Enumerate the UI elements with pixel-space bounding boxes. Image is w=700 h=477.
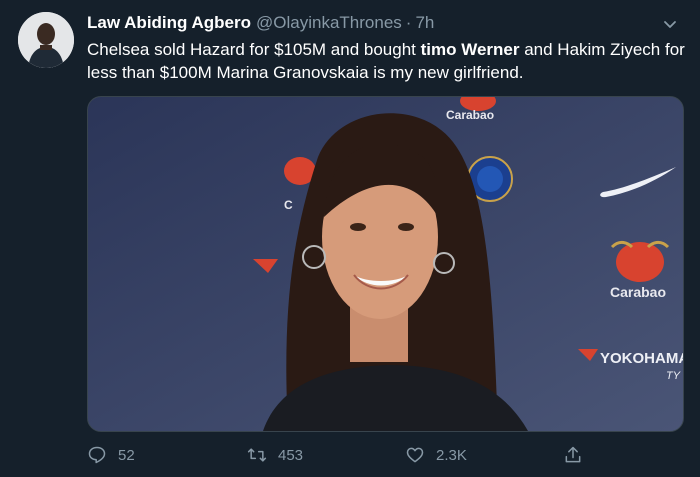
tweet[interactable]: Law Abiding Agbero @OlayinkaThrones · 7h… xyxy=(0,0,700,477)
chevron-down-icon xyxy=(664,21,676,28)
reply-count: 52 xyxy=(118,446,135,464)
separator-dot: · xyxy=(405,13,412,32)
tweet-text: Chelsea sold Hazard for $105M and bought… xyxy=(87,38,687,84)
retweet-icon xyxy=(247,448,267,462)
retweet-count: 453 xyxy=(278,446,304,464)
svg-text:Carabao: Carabao xyxy=(610,284,666,300)
tweet-text-bold: timo Werner xyxy=(420,40,520,59)
more-options-button[interactable] xyxy=(658,12,682,36)
svg-text:YOKOHAMA: YOKOHAMA xyxy=(600,350,683,367)
like-count: 2.3K xyxy=(436,446,467,464)
reply-icon xyxy=(88,446,106,464)
retweet-button[interactable]: 453 xyxy=(247,442,303,468)
like-button[interactable]: 2.3K xyxy=(405,442,467,468)
photo-image: Carabao C Carabao YOKOHAMA TY xyxy=(88,97,683,431)
share-icon xyxy=(565,446,581,463)
avatar[interactable] xyxy=(18,12,74,68)
tweet-time[interactable]: 7h xyxy=(415,12,434,34)
svg-text:C: C xyxy=(284,198,293,212)
tweet-text-part1: Chelsea sold Hazard for $105M and bought xyxy=(87,40,421,59)
tweet-photo[interactable]: Carabao C Carabao YOKOHAMA TY xyxy=(87,96,684,432)
author-name[interactable]: Law Abiding Agbero xyxy=(87,12,251,34)
svg-text:Carabao: Carabao xyxy=(446,108,494,122)
tweet-actions: 52 453 2.3K xyxy=(87,442,597,468)
svg-text:TY: TY xyxy=(666,370,681,382)
reply-button[interactable]: 52 xyxy=(87,442,135,468)
tweet-header: Law Abiding Agbero @OlayinkaThrones · 7h xyxy=(87,12,434,34)
author-handle[interactable]: @OlayinkaThrones xyxy=(256,12,402,34)
heart-icon xyxy=(406,447,424,463)
share-button[interactable] xyxy=(563,442,594,468)
